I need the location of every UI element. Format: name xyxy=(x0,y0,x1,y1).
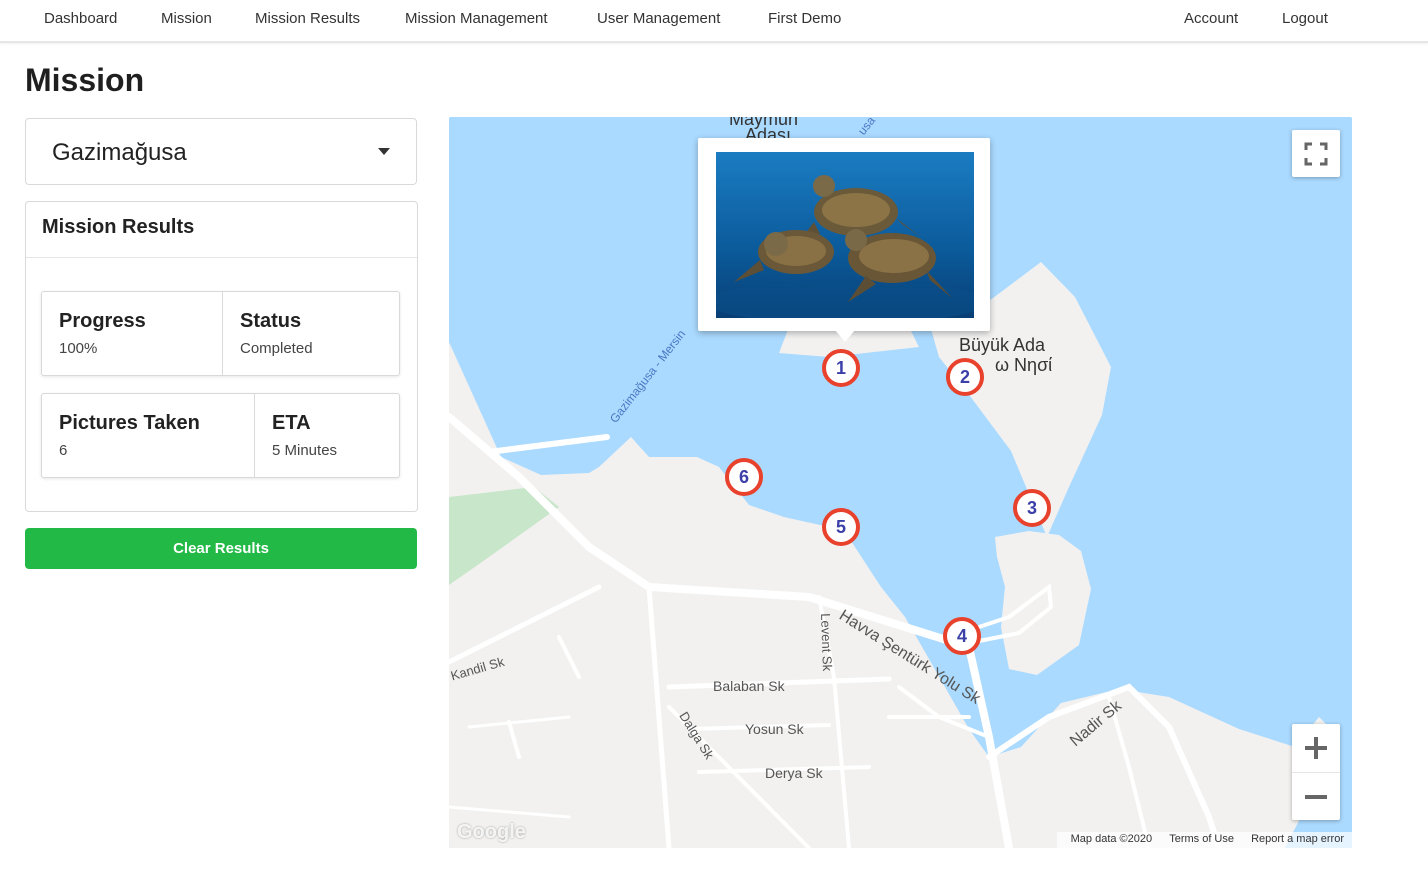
google-logo: Google xyxy=(457,821,526,843)
street-levent-label: Levent Sk xyxy=(818,613,836,672)
pictures-value: 6 xyxy=(59,442,68,459)
marker-info-popup xyxy=(698,138,990,342)
map-marker-2[interactable]: 2 xyxy=(946,358,984,396)
nav-account[interactable]: Account xyxy=(1184,10,1238,27)
street-yosun-label: Yosun Sk xyxy=(745,721,804,737)
nav-mission-results[interactable]: Mission Results xyxy=(255,10,360,27)
zoom-in-button[interactable] xyxy=(1292,724,1340,772)
progress-label: Progress xyxy=(59,310,146,332)
card-title: Mission Results xyxy=(42,216,195,238)
minus-icon xyxy=(1305,795,1327,799)
page-title: Mission xyxy=(25,62,145,98)
eta-label: ETA xyxy=(272,412,311,434)
caret-down-icon xyxy=(378,148,390,155)
progress-value: 100% xyxy=(59,340,98,357)
stat-progress: Progress 100% xyxy=(42,292,222,375)
status-label: Status xyxy=(240,310,302,332)
map-data-text: Map data ©2020 xyxy=(1070,833,1153,845)
fullscreen-button[interactable] xyxy=(1292,130,1340,177)
island-name-label: Büyük Ada xyxy=(959,335,1046,355)
street-derya-label: Derya Sk xyxy=(765,765,823,781)
nav-dashboard[interactable]: Dashboard xyxy=(44,10,117,27)
zoom-out-button[interactable] xyxy=(1292,772,1340,821)
terms-of-use-link[interactable]: Terms of Use xyxy=(1169,833,1234,845)
stat-group-pictures-eta: Pictures Taken 6 ETA 5 Minutes xyxy=(41,393,400,478)
zoom-controls xyxy=(1292,724,1340,820)
fullscreen-icon xyxy=(1304,142,1328,166)
street-balaban-label: Balaban Sk xyxy=(713,678,785,694)
plus-icon xyxy=(1305,737,1327,759)
nav-mission[interactable]: Mission xyxy=(161,10,212,27)
map-marker-5[interactable]: 5 xyxy=(822,508,860,546)
pictures-label: Pictures Taken xyxy=(59,412,200,434)
nav-first-demo[interactable]: First Demo xyxy=(768,10,841,27)
map-attribution: Map data ©2020 Terms of Use Report a map… xyxy=(1056,832,1352,848)
mission-select-value: Gazimağusa xyxy=(52,139,187,166)
sea-turtles-image xyxy=(716,152,974,318)
nav-mission-management[interactable]: Mission Management xyxy=(405,10,548,27)
stat-eta: ETA 5 Minutes xyxy=(254,394,400,477)
map-marker-4[interactable]: 4 xyxy=(943,617,981,655)
nav-user-management[interactable]: User Management xyxy=(597,10,720,27)
stat-pictures: Pictures Taken 6 xyxy=(42,394,254,477)
map-marker-3[interactable]: 3 xyxy=(1013,489,1051,527)
map-view[interactable]: Büyük Ada ω Νησί Maymun Adası Gazimağusa… xyxy=(449,117,1352,848)
mission-select[interactable]: Gazimağusa xyxy=(25,118,417,185)
stat-group-progress-status: Progress 100% Status Completed xyxy=(41,291,400,376)
report-map-error-link[interactable]: Report a map error xyxy=(1251,833,1344,845)
island-name-greek-label: ω Νησί xyxy=(995,355,1053,375)
sea-turtles-photo xyxy=(716,152,974,318)
stat-status: Status Completed xyxy=(222,292,400,375)
map-marker-6[interactable]: 6 xyxy=(725,458,763,496)
clear-results-button[interactable]: Clear Results xyxy=(25,528,417,569)
popup-pointer xyxy=(835,330,855,342)
top-navbar: Dashboard Mission Mission Results Missio… xyxy=(0,0,1428,43)
nav-logout[interactable]: Logout xyxy=(1282,10,1328,27)
eta-value: 5 Minutes xyxy=(272,442,338,459)
status-value: Completed xyxy=(240,340,313,357)
map-marker-1[interactable]: 1 xyxy=(822,349,860,387)
card-header: Mission Results xyxy=(26,202,417,258)
mission-results-card: Mission Results Progress 100% Status Com… xyxy=(25,201,418,512)
